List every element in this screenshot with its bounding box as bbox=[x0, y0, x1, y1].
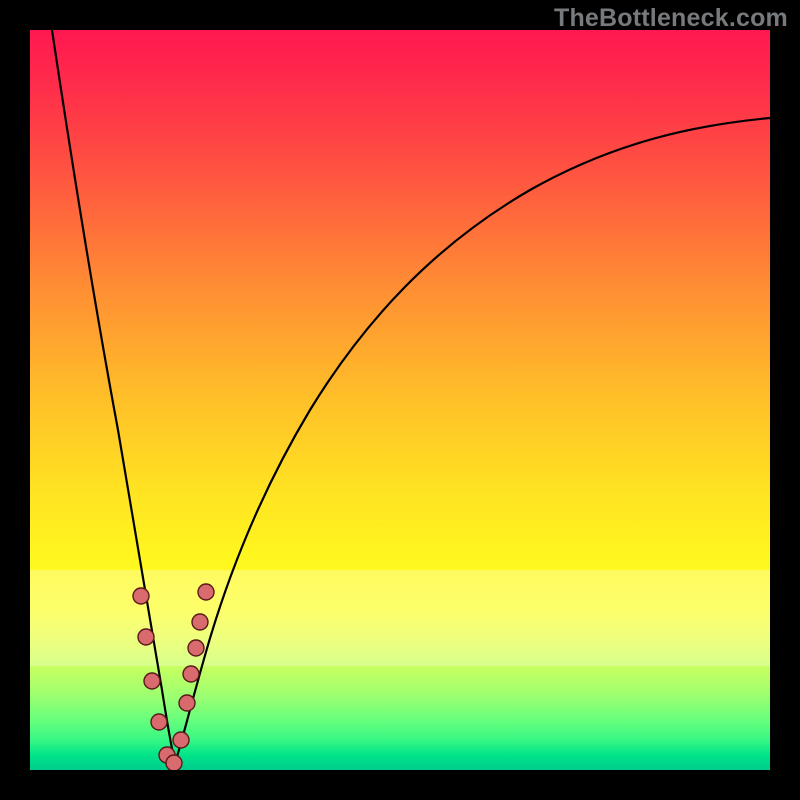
plot-area bbox=[30, 30, 770, 770]
bottleneck-curve-right bbox=[175, 118, 770, 763]
sample-point bbox=[179, 695, 195, 711]
bottleneck-curve-left bbox=[52, 30, 175, 763]
sample-point bbox=[192, 614, 208, 630]
chart-frame: TheBottleneck.com bbox=[0, 0, 800, 800]
marker-group bbox=[133, 584, 214, 770]
sample-point bbox=[173, 732, 189, 748]
curve-layer bbox=[30, 30, 770, 770]
sample-point bbox=[133, 588, 149, 604]
sample-point bbox=[188, 640, 204, 656]
sample-point bbox=[151, 714, 167, 730]
sample-point bbox=[166, 755, 182, 770]
sample-point bbox=[144, 673, 160, 689]
sample-point bbox=[198, 584, 214, 600]
sample-point bbox=[138, 629, 154, 645]
watermark-text: TheBottleneck.com bbox=[554, 4, 788, 33]
sample-point bbox=[183, 666, 199, 682]
